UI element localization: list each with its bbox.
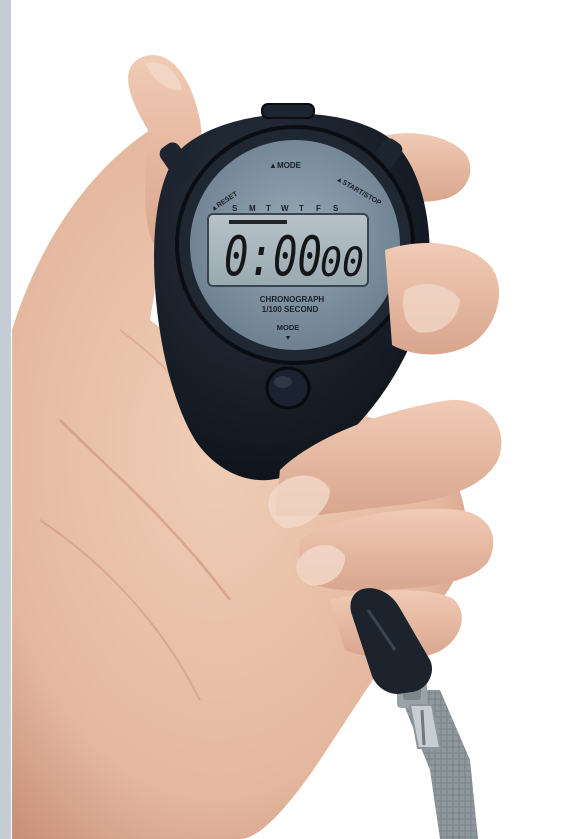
weekday-7: S xyxy=(333,204,339,213)
weekday-4: W xyxy=(281,204,289,213)
mode-front-button[interactable] xyxy=(265,366,311,410)
mode-top-label: ▲MODE xyxy=(269,161,302,170)
mode-bottom-arrow: ▼ xyxy=(285,335,292,342)
weekday-3: T xyxy=(266,204,271,213)
photo-scene: ▲MODE ▲RESET ▲START/STOP S M T W T F S 0… xyxy=(0,0,575,839)
mode-bottom-label: MODE xyxy=(277,323,300,332)
top-button[interactable] xyxy=(261,103,315,119)
lcd-time-main: 0:00 xyxy=(224,225,322,288)
weekday-6: F xyxy=(316,204,321,213)
precision-label: 1/100 SECOND xyxy=(262,305,319,314)
lcd-time-hundredths: 00 xyxy=(320,240,364,286)
lcd-day-indicator xyxy=(229,220,287,224)
weekday-1: S xyxy=(232,204,238,213)
weekday-5: T xyxy=(299,204,304,213)
weekday-2: M xyxy=(249,204,256,213)
chronograph-label: CHRONOGRAPH xyxy=(260,295,325,304)
mode-front-button-highlight xyxy=(274,376,292,388)
left-frame-strip xyxy=(0,0,11,839)
